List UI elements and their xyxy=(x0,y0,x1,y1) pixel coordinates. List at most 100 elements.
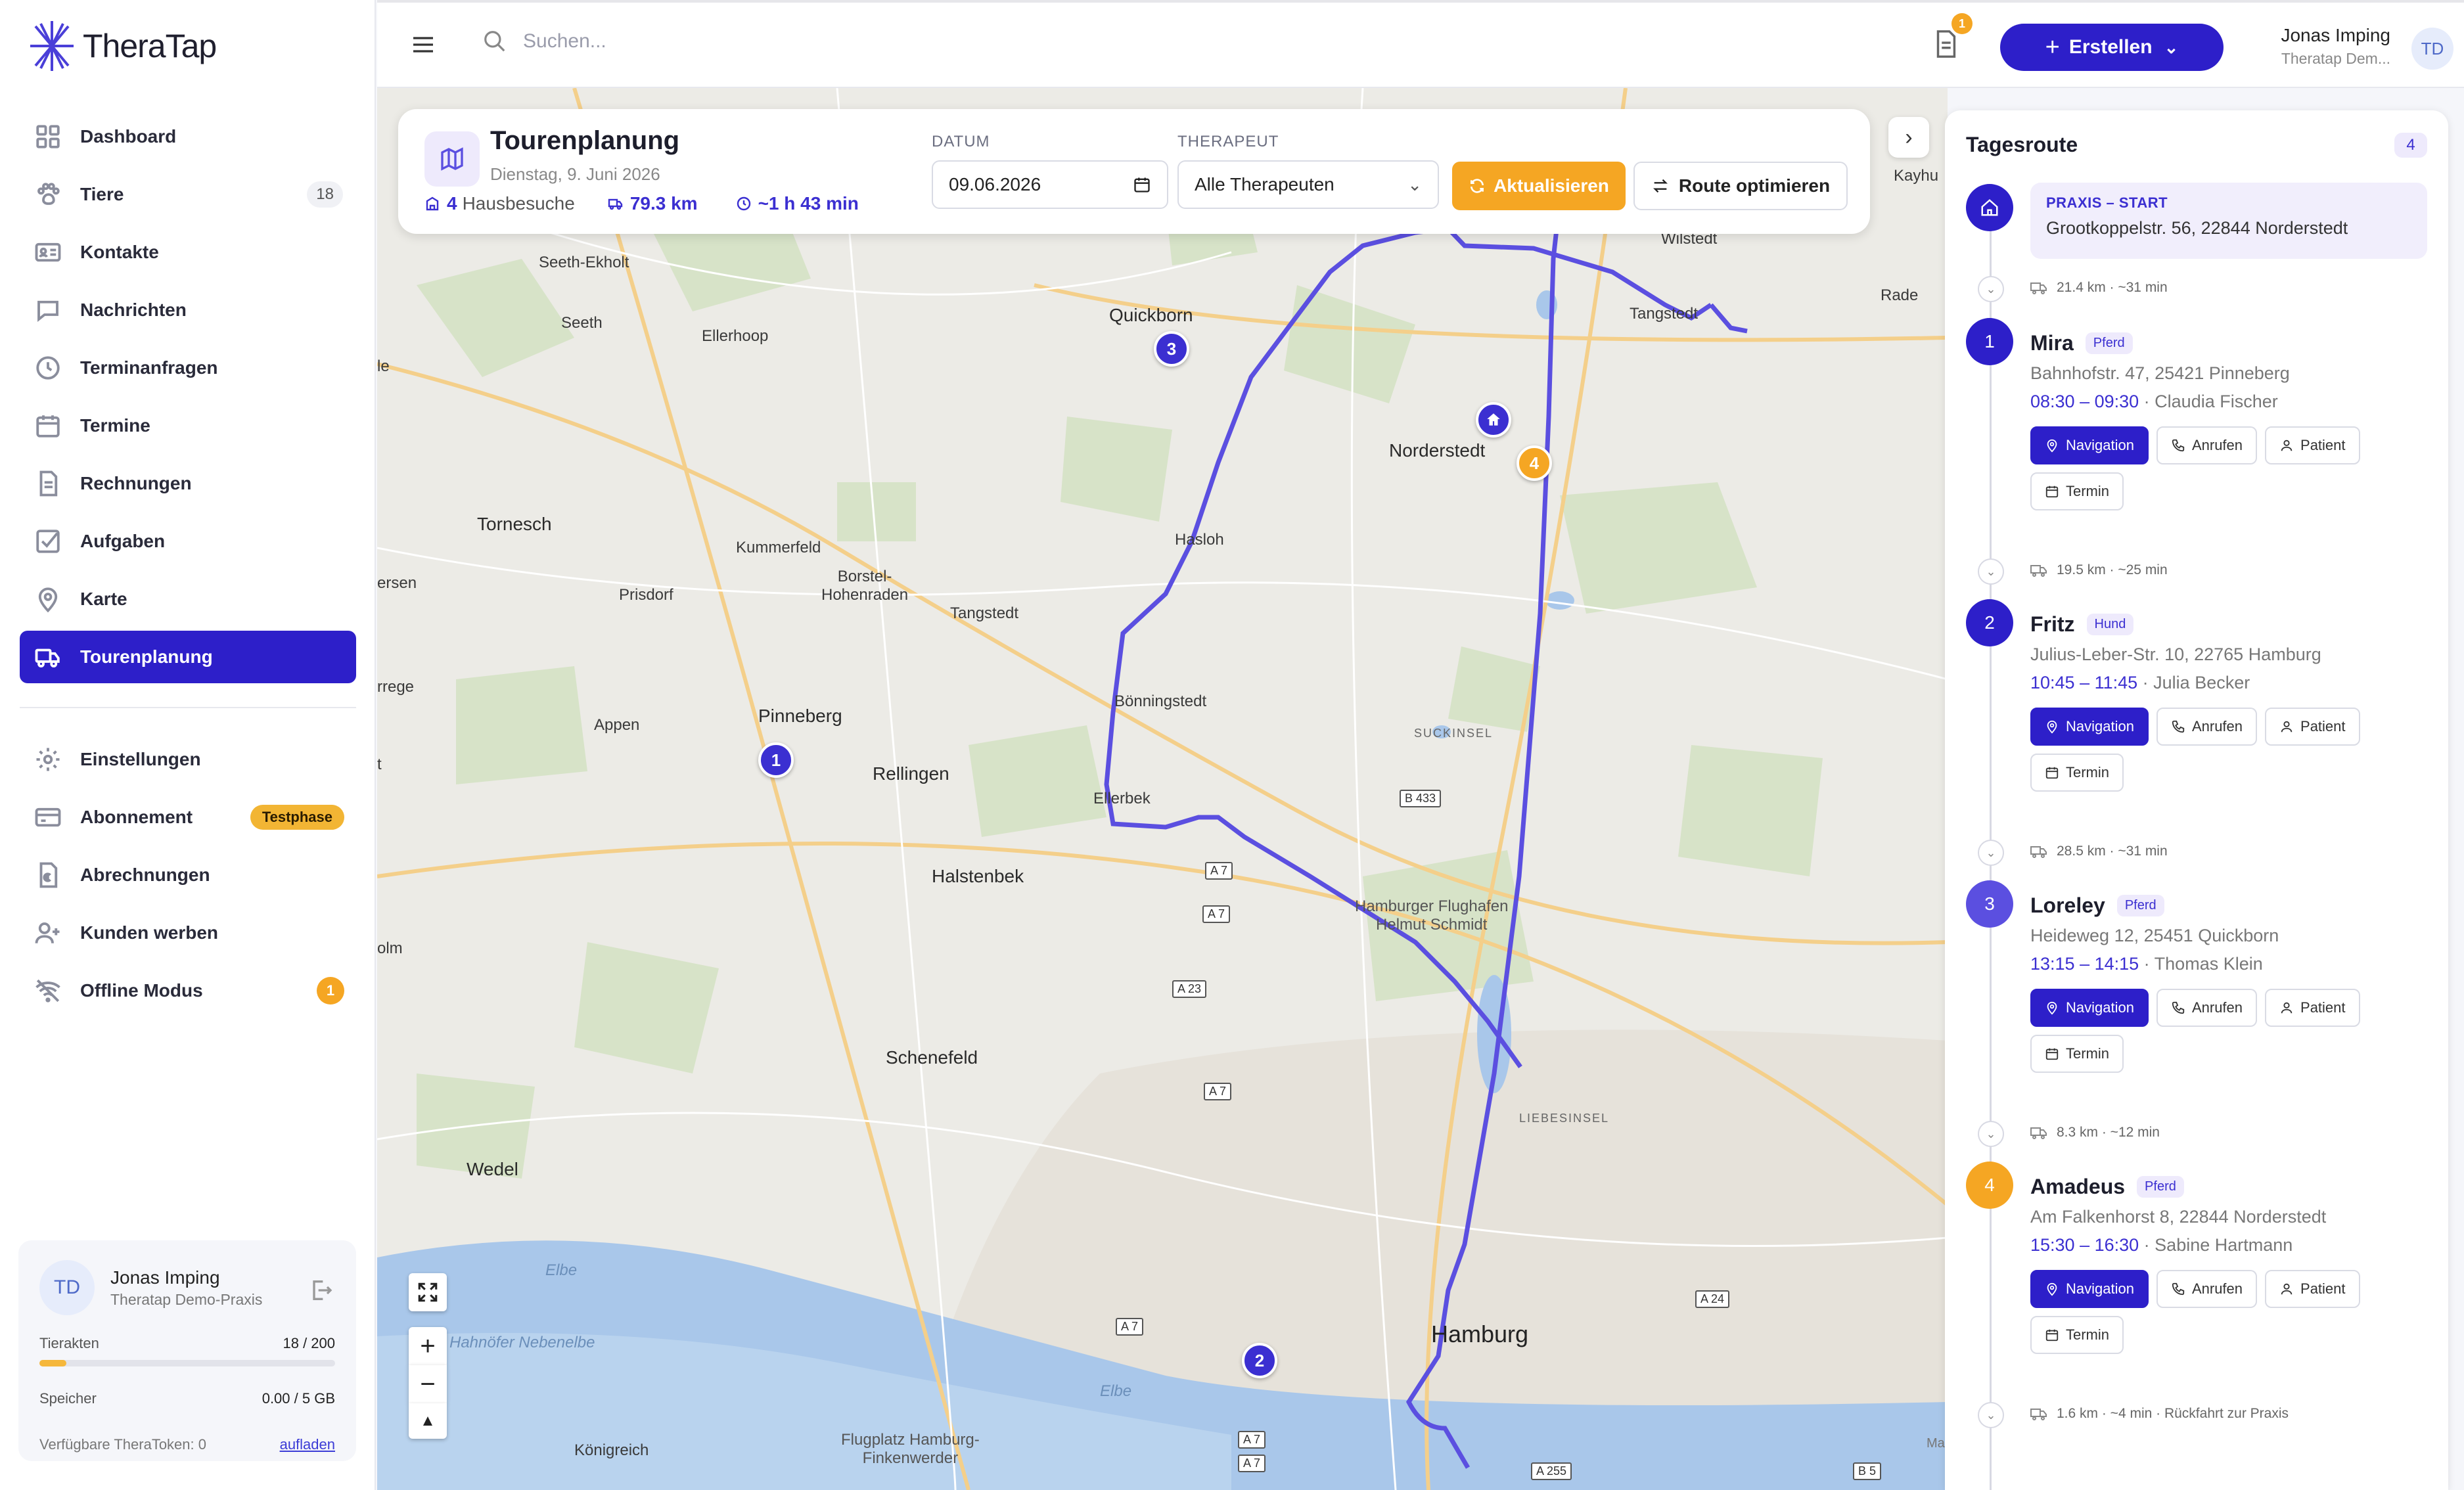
route-map[interactable]: Seeth-Ekholt Seeth Ellerhoop Quickborn T… xyxy=(377,88,1948,1490)
therapist-select[interactable]: Alle Therapeuten ⌄ xyxy=(1177,160,1439,209)
chevron-down-icon: ⌄ xyxy=(2164,37,2179,57)
invoice-icon xyxy=(33,468,63,499)
start-address: Grootkoppelstr. 56, 22844 Norderstedt xyxy=(2046,218,2348,238)
place-label: Tangstedt xyxy=(1630,305,1699,323)
sidebar-item-label: Kontakte xyxy=(80,242,159,262)
truck-icon xyxy=(2030,846,2047,858)
navigation-button[interactable]: Navigation xyxy=(2030,708,2149,746)
menu-icon[interactable] xyxy=(410,32,436,58)
duration-stat: ~1 h 43 min xyxy=(736,193,864,214)
card-icon xyxy=(33,802,63,832)
app-logo[interactable]: TheraTap xyxy=(29,18,217,74)
sidebar-item-termine[interactable]: Termine xyxy=(20,399,356,452)
sidebar-item-aufgaben[interactable]: Aufgaben xyxy=(20,515,356,568)
tour-summary-card: Tourenplanung Dienstag, 9. Juni 2026 4 H… xyxy=(398,109,1870,234)
sidebar-item-kunden-werben[interactable]: Kunden werben xyxy=(20,907,356,959)
road-shield: A 7 xyxy=(1205,862,1233,880)
leg-info: 8.3 km · ~12 min xyxy=(2030,1125,2160,1140)
truck-icon xyxy=(2030,565,2047,577)
route-pin-4[interactable]: 4 xyxy=(1517,445,1552,481)
patient-button[interactable]: Patient xyxy=(2265,989,2360,1027)
navigation-button[interactable]: Navigation xyxy=(2030,1270,2149,1308)
sidebar-item-tiere[interactable]: Tiere 18 xyxy=(20,168,356,221)
place-label: olm xyxy=(377,939,403,957)
patient-button[interactable]: Patient xyxy=(2265,708,2360,746)
route-pin-3[interactable]: 3 xyxy=(1154,331,1189,367)
sidebar-item-abonnement[interactable]: Abonnement Testphase xyxy=(20,791,356,844)
leg-expand-button[interactable]: ⌄ xyxy=(1978,276,2004,302)
sidebar-item-offline-modus[interactable]: Offline Modus 1 xyxy=(20,964,356,1017)
patient-button[interactable]: Patient xyxy=(2265,426,2360,464)
sidebar-item-kontakte[interactable]: Kontakte xyxy=(20,226,356,279)
start-location[interactable]: PRAXIS – START Grootkoppelstr. 56, 22844… xyxy=(2030,183,2427,259)
date-input[interactable]: 09.06.2026 xyxy=(932,160,1168,209)
refresh-icon xyxy=(1471,179,1484,193)
sidebar-item-dashboard[interactable]: Dashboard xyxy=(20,110,356,163)
call-button[interactable]: Anrufen xyxy=(2156,989,2258,1027)
patient-button[interactable]: Patient xyxy=(2265,1270,2360,1308)
chevron-right-icon: › xyxy=(1905,124,1913,150)
sidebar-item-rechnungen[interactable]: Rechnungen xyxy=(20,457,356,510)
sidebar-item-label: Nachrichten xyxy=(80,300,187,320)
call-button[interactable]: Anrufen xyxy=(2156,708,2258,746)
place-label: Schenefeld xyxy=(886,1047,978,1068)
sidebar-item-karte[interactable]: Karte xyxy=(20,573,356,625)
road-shield: A 7 xyxy=(1238,1431,1266,1449)
appointment-button[interactable]: Termin xyxy=(2030,754,2124,792)
optimize-route-button[interactable]: Route optimieren xyxy=(1633,162,1848,210)
chevron-down-icon: ⌄ xyxy=(1986,1408,1996,1422)
leg-info: 28.5 km · ~31 min xyxy=(2030,844,2168,859)
truck-icon xyxy=(608,198,623,210)
species-tag: Pferd xyxy=(2116,895,2164,916)
page-title: Tourenplanung xyxy=(490,126,680,155)
leg-info: 19.5 km · ~25 min xyxy=(2030,562,2168,578)
navigation-button[interactable]: Navigation xyxy=(2030,426,2149,464)
logout-icon[interactable] xyxy=(308,1277,334,1303)
sidebar-item-tourenplanung[interactable]: Tourenplanung xyxy=(20,631,356,683)
gear-icon xyxy=(33,744,63,775)
species-tag: Hund xyxy=(2086,614,2134,635)
home-pin[interactable] xyxy=(1476,402,1511,438)
reset-bearing-button[interactable]: ▲ xyxy=(409,1403,447,1439)
sidebar-item-einstellungen[interactable]: Einstellungen xyxy=(20,733,356,786)
avatar[interactable]: TD xyxy=(2411,28,2453,70)
search-input[interactable]: Suchen... xyxy=(482,29,606,54)
leg-expand-button[interactable]: ⌄ xyxy=(1978,1402,2004,1428)
create-button[interactable]: + Erstellen ⌄ xyxy=(2000,24,2224,71)
road-shield: A 23 xyxy=(1172,980,1207,998)
appointment-button[interactable]: Termin xyxy=(2030,1316,2124,1354)
zoom-in-button[interactable]: + xyxy=(409,1327,447,1365)
fullscreen-button[interactable] xyxy=(409,1273,447,1311)
route-pin-2[interactable]: 2 xyxy=(1242,1343,1277,1378)
patient-name: Mira xyxy=(2030,331,2074,355)
stop-card: Loreley Pferd Heideweg 12, 25451 Quickbor… xyxy=(2030,893,2431,1081)
place-label: Pinneberg xyxy=(758,706,842,726)
swap-icon xyxy=(1653,179,1668,193)
avatar[interactable]: TD xyxy=(39,1260,95,1315)
place-label: Tornesch xyxy=(477,514,552,534)
road-shield: B 5 xyxy=(1853,1462,1882,1480)
call-button[interactable]: Anrufen xyxy=(2156,426,2258,464)
map-attribution[interactable]: Ma xyxy=(1927,1436,1945,1451)
refresh-button[interactable]: Aktualisieren xyxy=(1452,162,1626,210)
sidebar-item-abrechnungen[interactable]: Abrechnungen xyxy=(20,849,356,901)
panel-collapse-button[interactable]: › xyxy=(1888,117,1929,158)
leg-expand-button[interactable]: ⌄ xyxy=(1978,558,2004,585)
navigation-button[interactable]: Navigation xyxy=(2030,989,2149,1027)
leg-expand-button[interactable]: ⌄ xyxy=(1978,1121,2004,1147)
river-label: Elbe xyxy=(1100,1382,1132,1400)
call-button[interactable]: Anrufen xyxy=(2156,1270,2258,1308)
sidebar-item-terminanfragen[interactable]: Terminanfragen xyxy=(20,342,356,394)
zoom-out-button[interactable]: − xyxy=(409,1365,447,1403)
leg-expand-button[interactable]: ⌄ xyxy=(1978,840,2004,866)
topup-link[interactable]: aufladen xyxy=(280,1436,335,1453)
sidebar-item-nachrichten[interactable]: Nachrichten xyxy=(20,284,356,336)
appointment-button[interactable]: Termin xyxy=(2030,472,2124,510)
calendar-icon xyxy=(33,411,63,441)
stop-time: 13:15 – 14:15 xyxy=(2030,954,2139,974)
appointment-button[interactable]: Termin xyxy=(2030,1035,2124,1073)
user-menu[interactable]: Jonas Imping Theratap Dem... xyxy=(2197,25,2390,68)
route-pin-1[interactable]: 1 xyxy=(758,742,794,778)
stop-address: Julius-Leber-Str. 10, 22765 Hamburg xyxy=(2030,644,2321,664)
sidebar-item-label: Terminanfragen xyxy=(80,357,218,378)
